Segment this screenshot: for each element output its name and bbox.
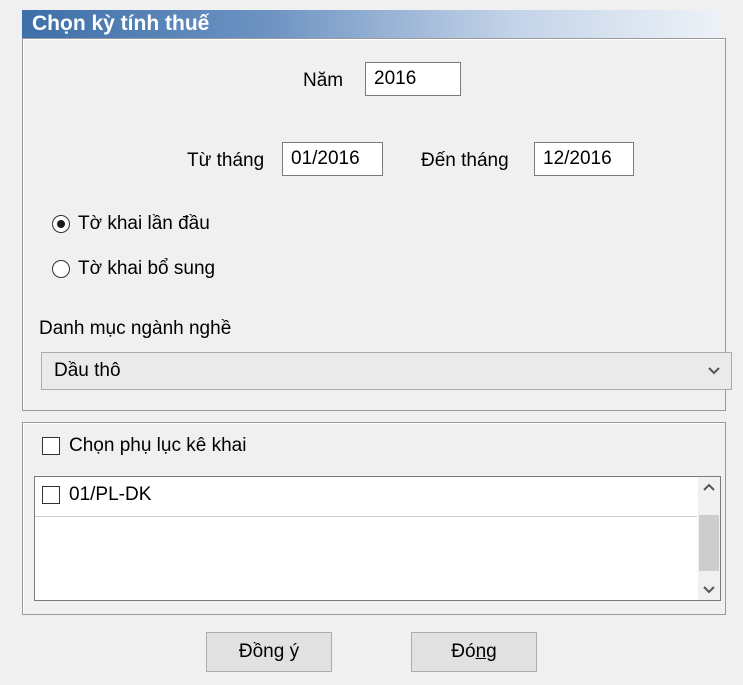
radio-initial-declaration-label[interactable]: Tờ khai lần đầu xyxy=(78,212,210,236)
radio-selected-dot xyxy=(57,220,65,228)
close-button[interactable]: Đóng xyxy=(411,632,537,672)
group-title: Chọn kỳ tính thuế xyxy=(32,12,210,35)
chevron-down-icon[interactable] xyxy=(703,357,725,385)
to-month-label: Đến tháng xyxy=(421,150,509,171)
scrollbar-thumb[interactable] xyxy=(699,515,719,571)
industry-select[interactable]: Dầu thô xyxy=(41,352,732,390)
close-label-start: Đó xyxy=(451,641,476,662)
close-mnemonic: n xyxy=(475,641,487,662)
ok-button[interactable]: Đồng ý xyxy=(206,632,332,672)
from-month-label: Từ tháng xyxy=(187,150,265,171)
vertical-scrollbar[interactable] xyxy=(698,477,720,600)
industry-selected-value: Dầu thô xyxy=(54,360,121,381)
to-month-input[interactable]: 12/2016 xyxy=(534,142,634,176)
chevron-down-icon[interactable] xyxy=(698,578,720,600)
industry-label: Danh mục ngành nghề xyxy=(39,318,232,339)
select-all-appendix-label[interactable]: Chọn phụ lục kê khai xyxy=(69,434,246,458)
year-label: Năm xyxy=(303,70,344,91)
appendix-item-checkbox[interactable] xyxy=(42,486,60,504)
appendix-item-label: 01/PL-DK xyxy=(69,484,152,505)
radio-initial-declaration[interactable] xyxy=(52,215,70,233)
list-item[interactable]: 01/PL-DK xyxy=(35,477,697,517)
select-all-appendix-checkbox[interactable] xyxy=(42,437,60,455)
appendix-list[interactable]: 01/PL-DK xyxy=(34,476,721,601)
ok-label-start: Đồn xyxy=(238,641,274,662)
radio-supplementary-declaration[interactable] xyxy=(52,260,70,278)
group-header-bar: Chọn kỳ tính thuế xyxy=(22,10,722,38)
ok-mnemonic: g xyxy=(273,641,285,662)
close-label-end: g xyxy=(486,641,497,662)
year-input[interactable]: 2016 xyxy=(365,62,461,96)
radio-supplementary-declaration-label[interactable]: Tờ khai bổ sung xyxy=(78,257,215,281)
ok-label-end: ý xyxy=(284,641,300,662)
chevron-up-icon[interactable] xyxy=(698,477,720,499)
from-month-input[interactable]: 01/2016 xyxy=(282,142,383,176)
